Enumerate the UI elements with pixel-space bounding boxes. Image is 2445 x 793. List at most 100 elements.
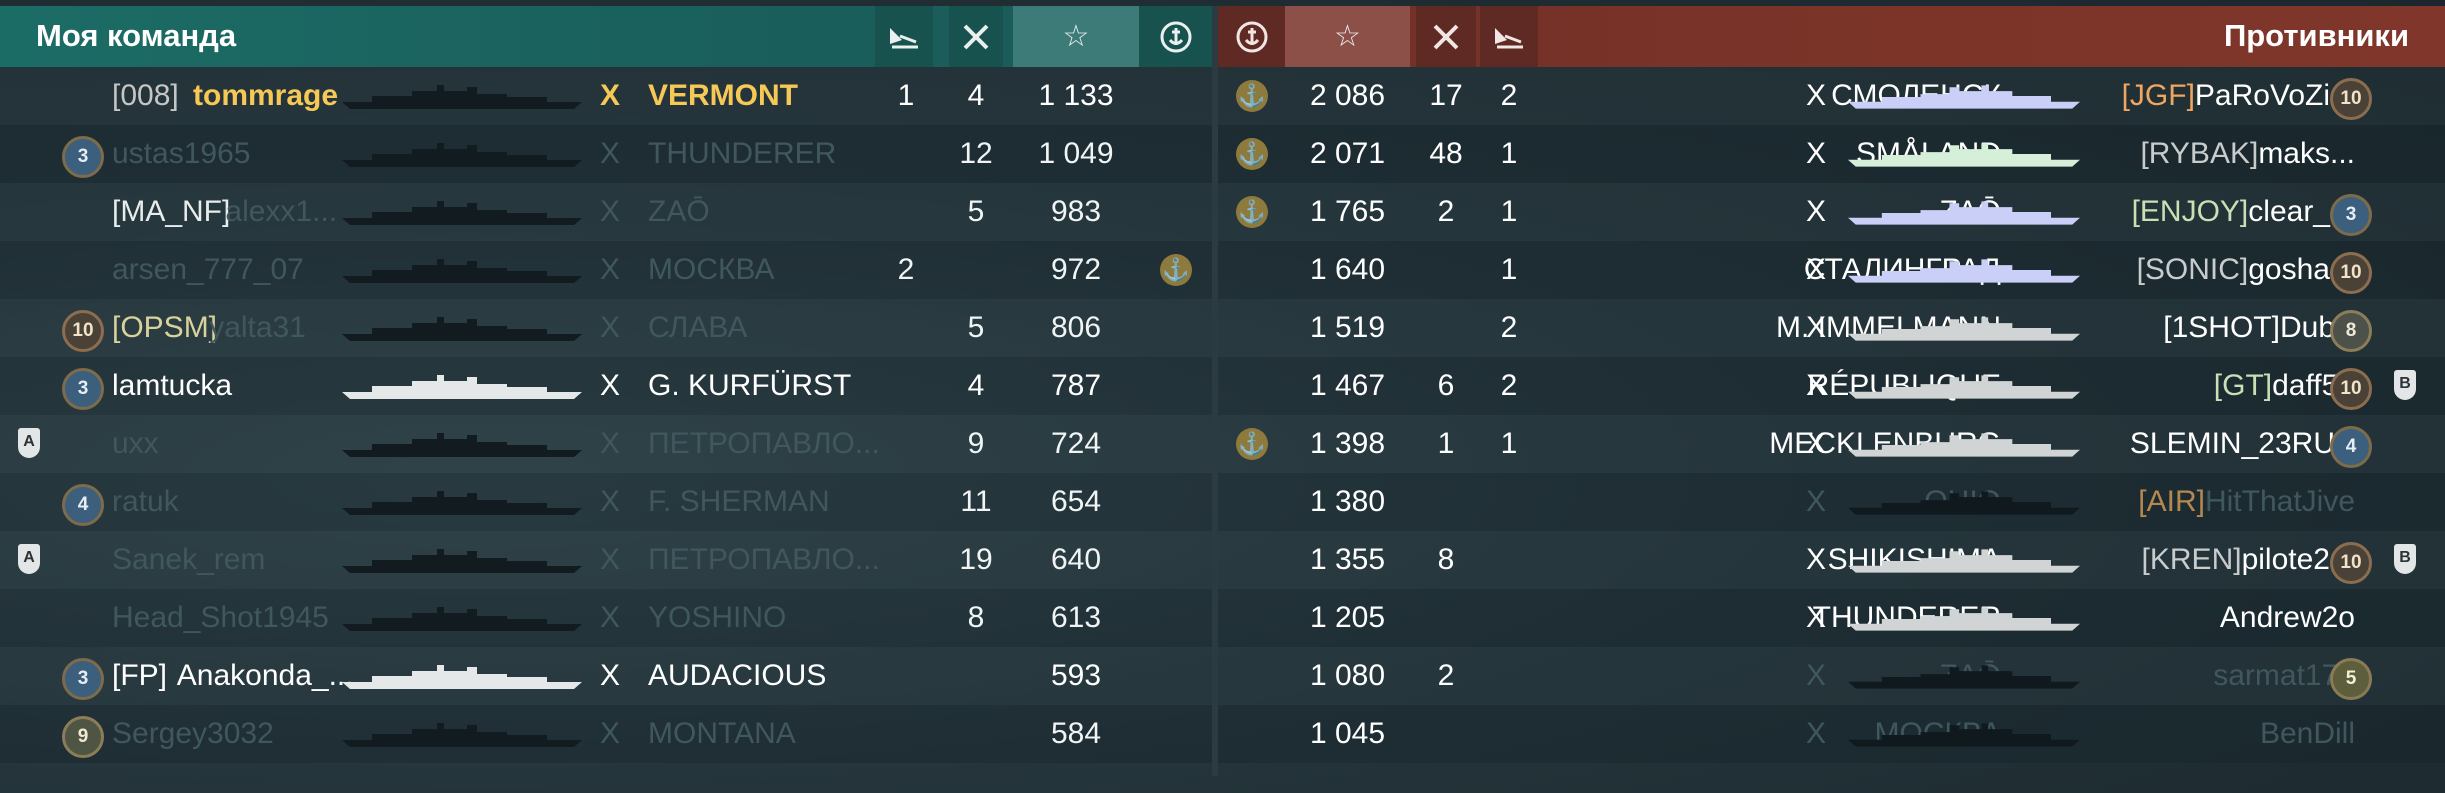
planes-destroyed: 2: [1500, 369, 1518, 402]
enemy-row[interactable]: 1 205 THUNDERER X Andrew2o: [1218, 589, 2445, 647]
enemy-row[interactable]: 1 640 1 СТАЛИНГРАД X [SONIC]gosha... 10: [1218, 241, 2445, 299]
rank-badge: 10: [62, 310, 104, 352]
base-xp: 2 071: [1309, 137, 1386, 170]
enemy-row[interactable]: 1 467 6 2 RÉPUBLIQUE X [GT]daff51 10 B: [1218, 357, 2445, 415]
enemy-row[interactable]: 1 0802ZAŌXsarmat1725: [1218, 647, 2445, 705]
enemy-player[interactable]: [AIR]HitThatJive: [2138, 473, 2355, 531]
planes-destroyed: [880, 299, 932, 357]
clan-tag: [MA_NF]: [112, 195, 231, 228]
player-row[interactable]: 3 lamtucka X G. KURFÜRST 4 787: [0, 357, 1212, 415]
ship-silhouette: [342, 314, 582, 347]
player-name[interactable]: Andrew2o: [2220, 601, 2355, 634]
ship-name[interactable]: THUNDERER: [648, 125, 836, 183]
enemy-player[interactable]: [RYBAK]maks...: [2140, 125, 2355, 183]
anchor-icon[interactable]: [1139, 6, 1212, 67]
enemy-player[interactable]: [KREN]pilote2...: [2142, 531, 2355, 589]
player-name[interactable]: SLEMIN_23RUS: [2130, 427, 2355, 460]
player-row[interactable]: [008] tommrage X VERMONT 1 4 1 133: [0, 67, 1212, 125]
ship-name[interactable]: СЛАВА: [648, 299, 747, 357]
player-row[interactable]: 10 [OPSM] yalta31 X СЛАВА 5 806: [0, 299, 1212, 357]
planes-icon[interactable]: [1480, 6, 1538, 67]
planes-destroyed: [880, 589, 932, 647]
ship-name[interactable]: ПЕТРОПАВЛО...: [648, 415, 880, 473]
enemy-player[interactable]: [1SHOT]Dublii: [2163, 299, 2355, 357]
ships-killed: 1: [1437, 427, 1455, 460]
clan-tag: [ENJOY]: [2131, 195, 2249, 228]
enemy-player[interactable]: BenDill: [2260, 705, 2355, 763]
player-name[interactable]: ratuk: [112, 473, 179, 531]
enemy-player[interactable]: [SONIC]gosha...: [2137, 241, 2355, 299]
enemy-row[interactable]: 1 380OHIOX[AIR]HitThatJive: [1218, 473, 2445, 531]
player-row[interactable]: [MA_NF] alexx1... X ZAŌ 5 983: [0, 183, 1212, 241]
ship-tier: X: [1806, 195, 1827, 228]
enemy-row[interactable]: 1 045МОСКВАXBenDill: [1218, 705, 2445, 763]
ship-name[interactable]: ПЕТРОПАВЛО...: [648, 531, 880, 589]
ship-name[interactable]: AUDACIOUS: [648, 647, 826, 705]
player-name[interactable]: yalta31: [209, 299, 306, 357]
ship-silhouette: [342, 372, 582, 405]
player-name[interactable]: Anakonda_...: [177, 647, 354, 705]
ship-name[interactable]: YOSHINO: [648, 589, 786, 647]
anchor-icon[interactable]: [1218, 6, 1285, 67]
enemy-row[interactable]: ⚓ 1 398 1 1 MECKLENBURG X SLEMIN_23RUS 4: [1218, 415, 2445, 473]
kills-icon[interactable]: [949, 6, 1003, 67]
ship-tier: X: [1806, 427, 1827, 460]
enemy-team-header: ☆ Противники: [1218, 6, 2445, 67]
ships-killed: 17: [1429, 79, 1463, 112]
base-xp: 2 086: [1309, 79, 1386, 112]
xp-star-icon[interactable]: ☆: [1285, 6, 1410, 67]
ship-name[interactable]: VERMONT: [648, 67, 798, 125]
player-name[interactable]: Sergey3032: [112, 705, 274, 763]
ship-silhouette: [1848, 140, 2080, 173]
kills-icon[interactable]: [1416, 6, 1476, 67]
enemy-player[interactable]: [JGF]PaRoVoZi...: [2122, 67, 2355, 125]
battle-results-screen: Моя команда ☆ [008] tommrage X VERMONT 1 4 1 1…: [0, 0, 2445, 793]
ships-killed: [950, 241, 1002, 299]
player-name[interactable]: alexx1...: [225, 183, 337, 241]
ship-name[interactable]: МОСКВА: [648, 241, 775, 299]
ship-silhouette: [342, 604, 582, 637]
player-row[interactable]: A Sanek_rem X ПЕТРОПАВЛО... 19 640: [0, 531, 1212, 589]
enemy-row[interactable]: 1 355 8 SHIKISHIMA X [KREN]pilote2... 10 B: [1218, 531, 2445, 589]
player-name[interactable]: arsen_777_07: [112, 241, 304, 299]
player-row[interactable]: arsen_777_07 X МОСКВА 2 972 ⚓: [0, 241, 1212, 299]
player-name[interactable]: Head_Shot1945: [112, 589, 329, 647]
player-name[interactable]: tommrage: [193, 67, 338, 125]
player-name[interactable]: maks...: [2258, 137, 2355, 170]
player-row[interactable]: 4 ratuk X F. SHERMAN 11 654: [0, 473, 1212, 531]
base-xp: 1 133: [1038, 79, 1114, 112]
clan-tag: [1SHOT]: [2163, 311, 2280, 344]
ship-silhouette: [1848, 546, 2080, 579]
ship-silhouette-icon: [1848, 85, 2080, 109]
ship-tier: X: [1806, 79, 1827, 112]
base-xp: 806: [1050, 311, 1102, 344]
enemy-row[interactable]: 1 519 2 M. IMMELMANN X [1SHOT]Dublii 8: [1218, 299, 2445, 357]
player-name[interactable]: ustas1965: [112, 125, 250, 183]
player-name[interactable]: lamtucka: [112, 357, 232, 415]
enemy-player[interactable]: SLEMIN_23RUS: [2130, 415, 2355, 473]
player-name[interactable]: HitThatJive: [2205, 485, 2355, 518]
player-name[interactable]: uxx: [112, 415, 159, 473]
player-row[interactable]: 3 [FP] Anakonda_... X AUDACIOUS 593: [0, 647, 1212, 705]
enemy-player[interactable]: Andrew2o: [2220, 589, 2355, 647]
player-name[interactable]: Sanek_rem: [112, 531, 265, 589]
ship-name[interactable]: ZAŌ: [648, 183, 710, 241]
xp-star-icon[interactable]: ☆: [1013, 6, 1139, 67]
enemy-row[interactable]: ⚓2 071481SMÅLANDX[RYBAK]maks...: [1218, 125, 2445, 183]
ship-name[interactable]: MONTANA: [648, 705, 796, 763]
player-row[interactable]: 3 ustas1965 X THUNDERER 12 1 049: [0, 125, 1212, 183]
ship-name[interactable]: G. KURFÜRST: [648, 357, 851, 415]
player-name[interactable]: BenDill: [2260, 717, 2355, 750]
planes-destroyed: 2: [1500, 79, 1518, 112]
rank-badge: 3: [62, 658, 104, 700]
ship-name[interactable]: F. SHERMAN: [648, 473, 830, 531]
ship-silhouette-icon: [1848, 143, 2080, 167]
enemy-row[interactable]: ⚓ 2 086 17 2 СМОЛЕНСК X [JGF]PaRoVoZi... 10: [1218, 67, 2445, 125]
player-row[interactable]: 9 Sergey3032 X MONTANA 584: [0, 705, 1212, 763]
enemy-player[interactable]: [ENJOY]clear_...: [2132, 183, 2355, 241]
enemy-row[interactable]: ⚓1 76521ZAŌX[ENJOY]clear_...3: [1218, 183, 2445, 241]
player-row[interactable]: Head_Shot1945 X YOSHINO 8 613: [0, 589, 1212, 647]
ship-silhouette-icon: [1848, 491, 2080, 515]
player-row[interactable]: Auxx X ПЕТРОПАВЛО... 9 724: [0, 415, 1212, 473]
planes-icon[interactable]: [875, 6, 933, 67]
